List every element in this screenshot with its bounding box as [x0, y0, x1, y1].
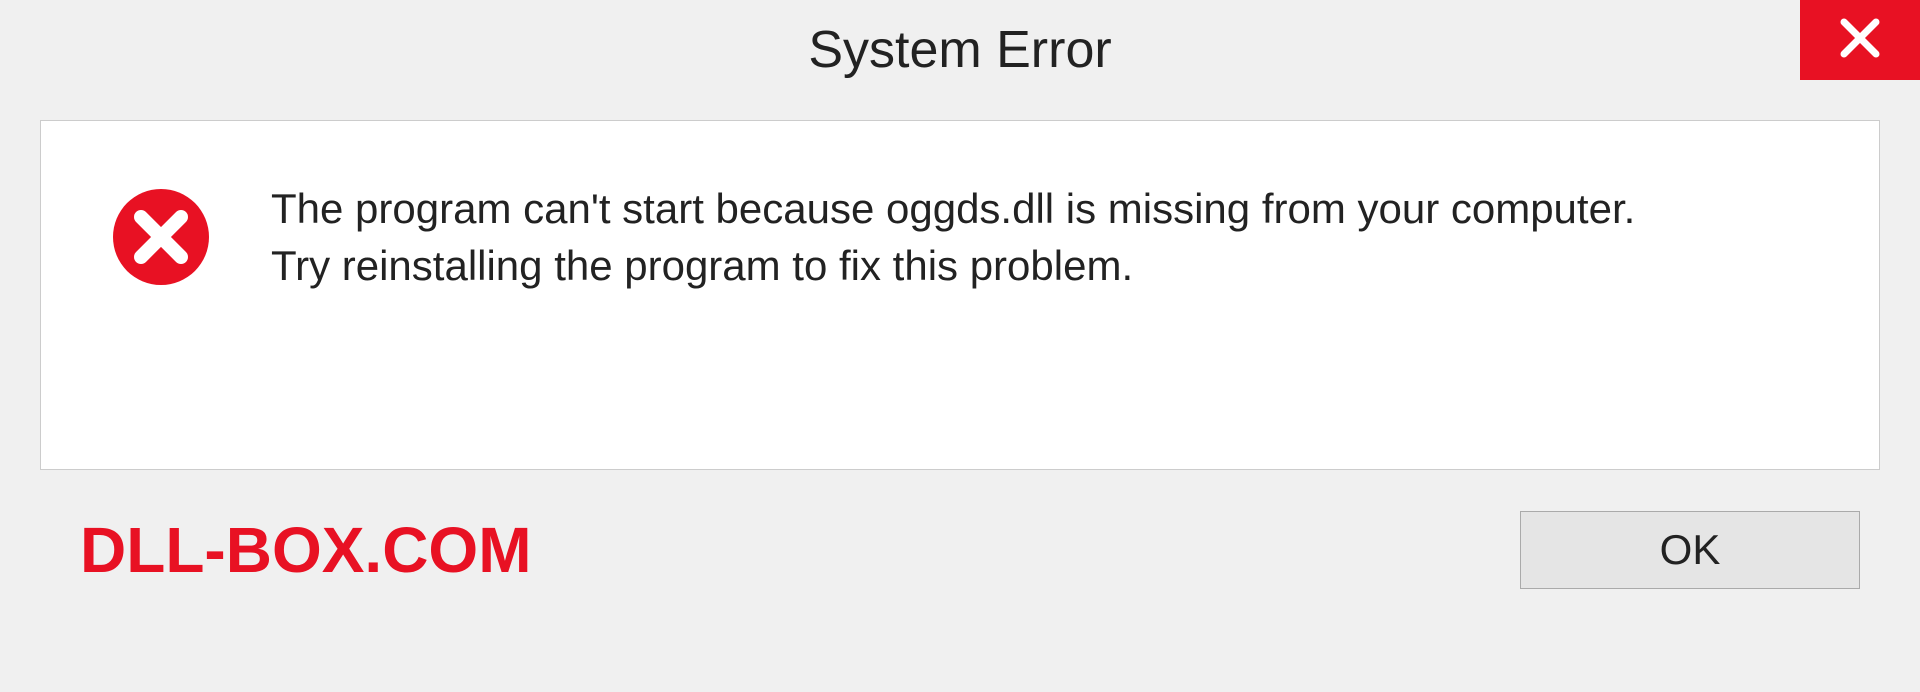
content-panel: The program can't start because oggds.dl…	[40, 120, 1880, 470]
error-message-line2: Try reinstalling the program to fix this…	[271, 238, 1635, 295]
close-button[interactable]	[1800, 0, 1920, 80]
ok-button-label: OK	[1660, 526, 1721, 574]
footer: DLL-BOX.COM OK	[40, 470, 1880, 630]
titlebar: System Error	[0, 0, 1920, 100]
error-message: The program can't start because oggds.dl…	[271, 181, 1635, 294]
dialog-title: System Error	[808, 20, 1111, 80]
ok-button[interactable]: OK	[1520, 511, 1860, 589]
close-icon	[1838, 16, 1882, 65]
error-icon	[111, 187, 211, 287]
error-message-line1: The program can't start because oggds.dl…	[271, 181, 1635, 238]
watermark-text: DLL-BOX.COM	[80, 513, 532, 587]
